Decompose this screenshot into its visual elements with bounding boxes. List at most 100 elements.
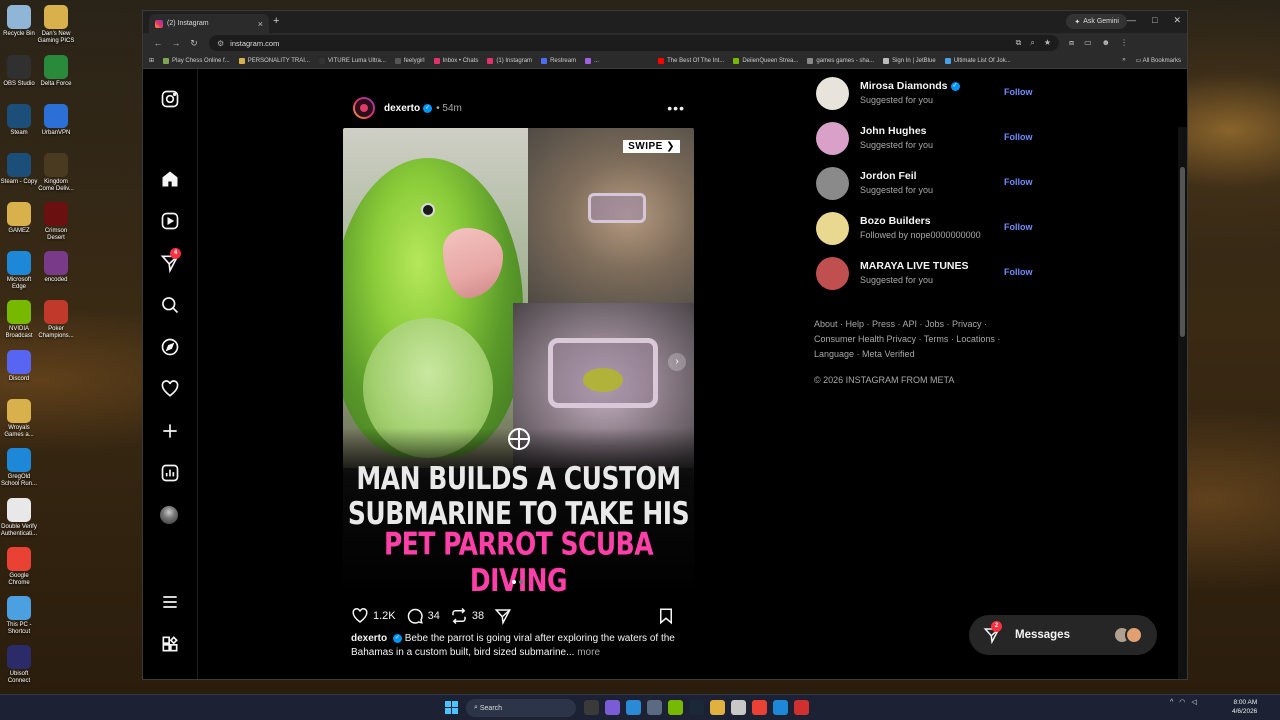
profile-icon[interactable]: ☻ [1102,38,1110,48]
hamburger-menu-icon[interactable] [160,592,180,612]
reels-icon[interactable] [160,211,180,231]
messenger-icon[interactable]: 4 [160,248,181,274]
url-input[interactable]: ⚙ instagram.com ⧉ ⌕ ★ [209,35,1059,51]
notepad-icon[interactable] [731,700,746,715]
suggestion-name[interactable]: Mirosa Diamonds ✓ [860,80,960,92]
post-image[interactable]: SWIPE ❯ › MAN BUILDS A CUSTOM SUBMARINE … [343,128,694,596]
save-button[interactable] [657,607,679,625]
app-icon[interactable] [605,700,620,715]
suggestion-name[interactable]: John Hughes [860,125,927,137]
share-button[interactable] [494,607,516,625]
bookmark-item[interactable]: feelygirl [394,57,425,64]
profile-avatar[interactable] [160,506,180,526]
like-button[interactable]: 1.2K [351,607,396,625]
bookmark-item[interactable]: Play Chess Online f... [163,57,230,64]
reload-icon[interactable]: ↻ [185,38,203,49]
settings-icon[interactable] [647,700,662,715]
desktop-icon[interactable]: Discord [0,350,38,383]
explore-icon[interactable] [160,337,180,357]
chrome-icon[interactable] [752,700,767,715]
start-button[interactable] [445,701,458,714]
bookmark-item[interactable]: Inbox • Chats [433,57,478,64]
taskbar-search[interactable]: ⌕ Search [466,699,576,717]
bookmark-item[interactable]: VITURE Luma Ultra... [318,57,386,64]
comment-button[interactable]: 34 [406,607,440,625]
follow-button[interactable]: Follow [1004,87,1033,97]
messages-button[interactable]: 2 Messages [969,615,1157,655]
desktop-icon[interactable]: GregOld School Run... [0,448,38,488]
bookmark-item[interactable]: DeiienQueen Strea... [733,57,798,64]
caption-more-link[interactable]: more [577,647,600,658]
desktop-icon[interactable]: NVIDIA Broadcast [0,300,38,340]
search-icon[interactable] [160,295,180,315]
bookmark-item[interactable]: games games - sha... [807,57,874,64]
bookmark-item[interactable]: Sign In | JetBlue [883,57,936,64]
more-bookmarks-icon[interactable]: » [1122,57,1125,64]
task-view-icon[interactable] [584,700,599,715]
next-slide-icon[interactable]: › [668,353,686,371]
caption-username[interactable]: dexerto [351,633,387,644]
install-app-icon[interactable]: ⧉ [1016,38,1022,48]
more-options-icon[interactable]: ••• [667,100,685,116]
bookmark-item[interactable]: PERSONALITY TRAI... [238,57,310,64]
avatar[interactable] [816,212,849,245]
wifi-icon[interactable]: ◠ [1179,698,1185,706]
side-panel-icon[interactable]: ▭ [1084,38,1092,48]
desktop-icon[interactable]: Dan's New Gaming PICS [37,5,75,45]
menu-icon[interactable]: ⋮ [1120,38,1128,48]
back-icon[interactable]: ← [149,38,167,48]
desktop-icon[interactable]: Poker Champions... [37,300,75,340]
bookmark-item[interactable]: The Best Of The Int... [658,57,724,64]
steam-icon[interactable] [689,700,704,715]
desktop-icon[interactable]: encoded [37,251,75,284]
forward-icon[interactable]: → [167,38,185,48]
desktop-icon[interactable]: UrbanVPN [37,104,75,137]
taskbar-clock[interactable]: 8:00 AM 4/6/2026 [1232,698,1257,716]
suggestion-name[interactable]: MARAYA LIVE TUNES [860,260,969,272]
home-icon[interactable] [160,169,180,189]
repost-button[interactable]: 38 [450,607,484,625]
desktop-icon[interactable]: Steam - Copy [0,153,38,186]
edge-icon[interactable] [773,700,788,715]
heart-icon[interactable] [160,379,180,399]
follow-button[interactable]: Follow [1004,267,1033,277]
desktop-icon[interactable]: Microsoft Edge [0,251,38,291]
desktop-icon[interactable]: Google Chrome [0,547,38,587]
desktop-icon[interactable]: Recycle Bin [0,5,38,38]
desktop-icon[interactable]: Kingdom Come Deliv... [37,153,75,193]
desktop-icon[interactable]: Crimson Desert [37,202,75,242]
tray-chevron-icon[interactable]: ^ [1170,699,1173,706]
close-icon[interactable]: ✕ [1173,15,1181,26]
avatar[interactable] [816,257,849,290]
also-from-meta-icon[interactable] [160,634,180,654]
app-icon[interactable] [794,700,809,715]
desktop-icon[interactable]: Delta Force [37,55,75,88]
file-explorer-icon[interactable] [710,700,725,715]
follow-button[interactable]: Follow [1004,132,1033,142]
desktop-icon[interactable]: Wroyals Games a... [0,399,38,439]
desktop-icon[interactable]: Double Verify Authenticati... [0,498,38,538]
follow-button[interactable]: Follow [1004,222,1033,232]
post-username[interactable]: dexerto [384,103,420,114]
bookmark-star-icon[interactable]: ★ [1044,38,1051,48]
suggestion-name[interactable]: Bozo Builders [860,215,931,227]
all-bookmarks-button[interactable]: ▭ All Bookmarks [1136,57,1181,64]
new-tab-button[interactable]: + [273,15,279,27]
desktop-icon[interactable]: GAMEZ [0,202,38,235]
ask-gemini-button[interactable]: ✦ Ask Gemini [1066,14,1127,29]
create-icon[interactable] [160,421,180,441]
avatar[interactable] [816,77,849,110]
bookmark-item[interactable]: (1) Instagram [487,57,532,64]
minimize-icon[interactable]: — [1127,15,1136,26]
desktop-icon[interactable]: Steam [0,104,38,137]
post-author-avatar[interactable] [353,97,375,119]
desktop-icon[interactable]: Ubisoft Connect [0,645,38,685]
extensions-icon[interactable]: ⧈ [1069,38,1074,48]
tab-instagram[interactable]: (2) Instagram × [149,14,269,33]
instagram-logo-icon[interactable] [160,89,180,109]
follow-button[interactable]: Follow [1004,177,1033,187]
bookmark-item[interactable]: Restream [541,57,576,64]
desktop-icon[interactable]: OBS Studio [0,55,38,88]
footer-links[interactable]: About · Help · Press · API · Jobs · Priv… [814,317,1004,362]
tab-close-icon[interactable]: × [258,19,263,29]
